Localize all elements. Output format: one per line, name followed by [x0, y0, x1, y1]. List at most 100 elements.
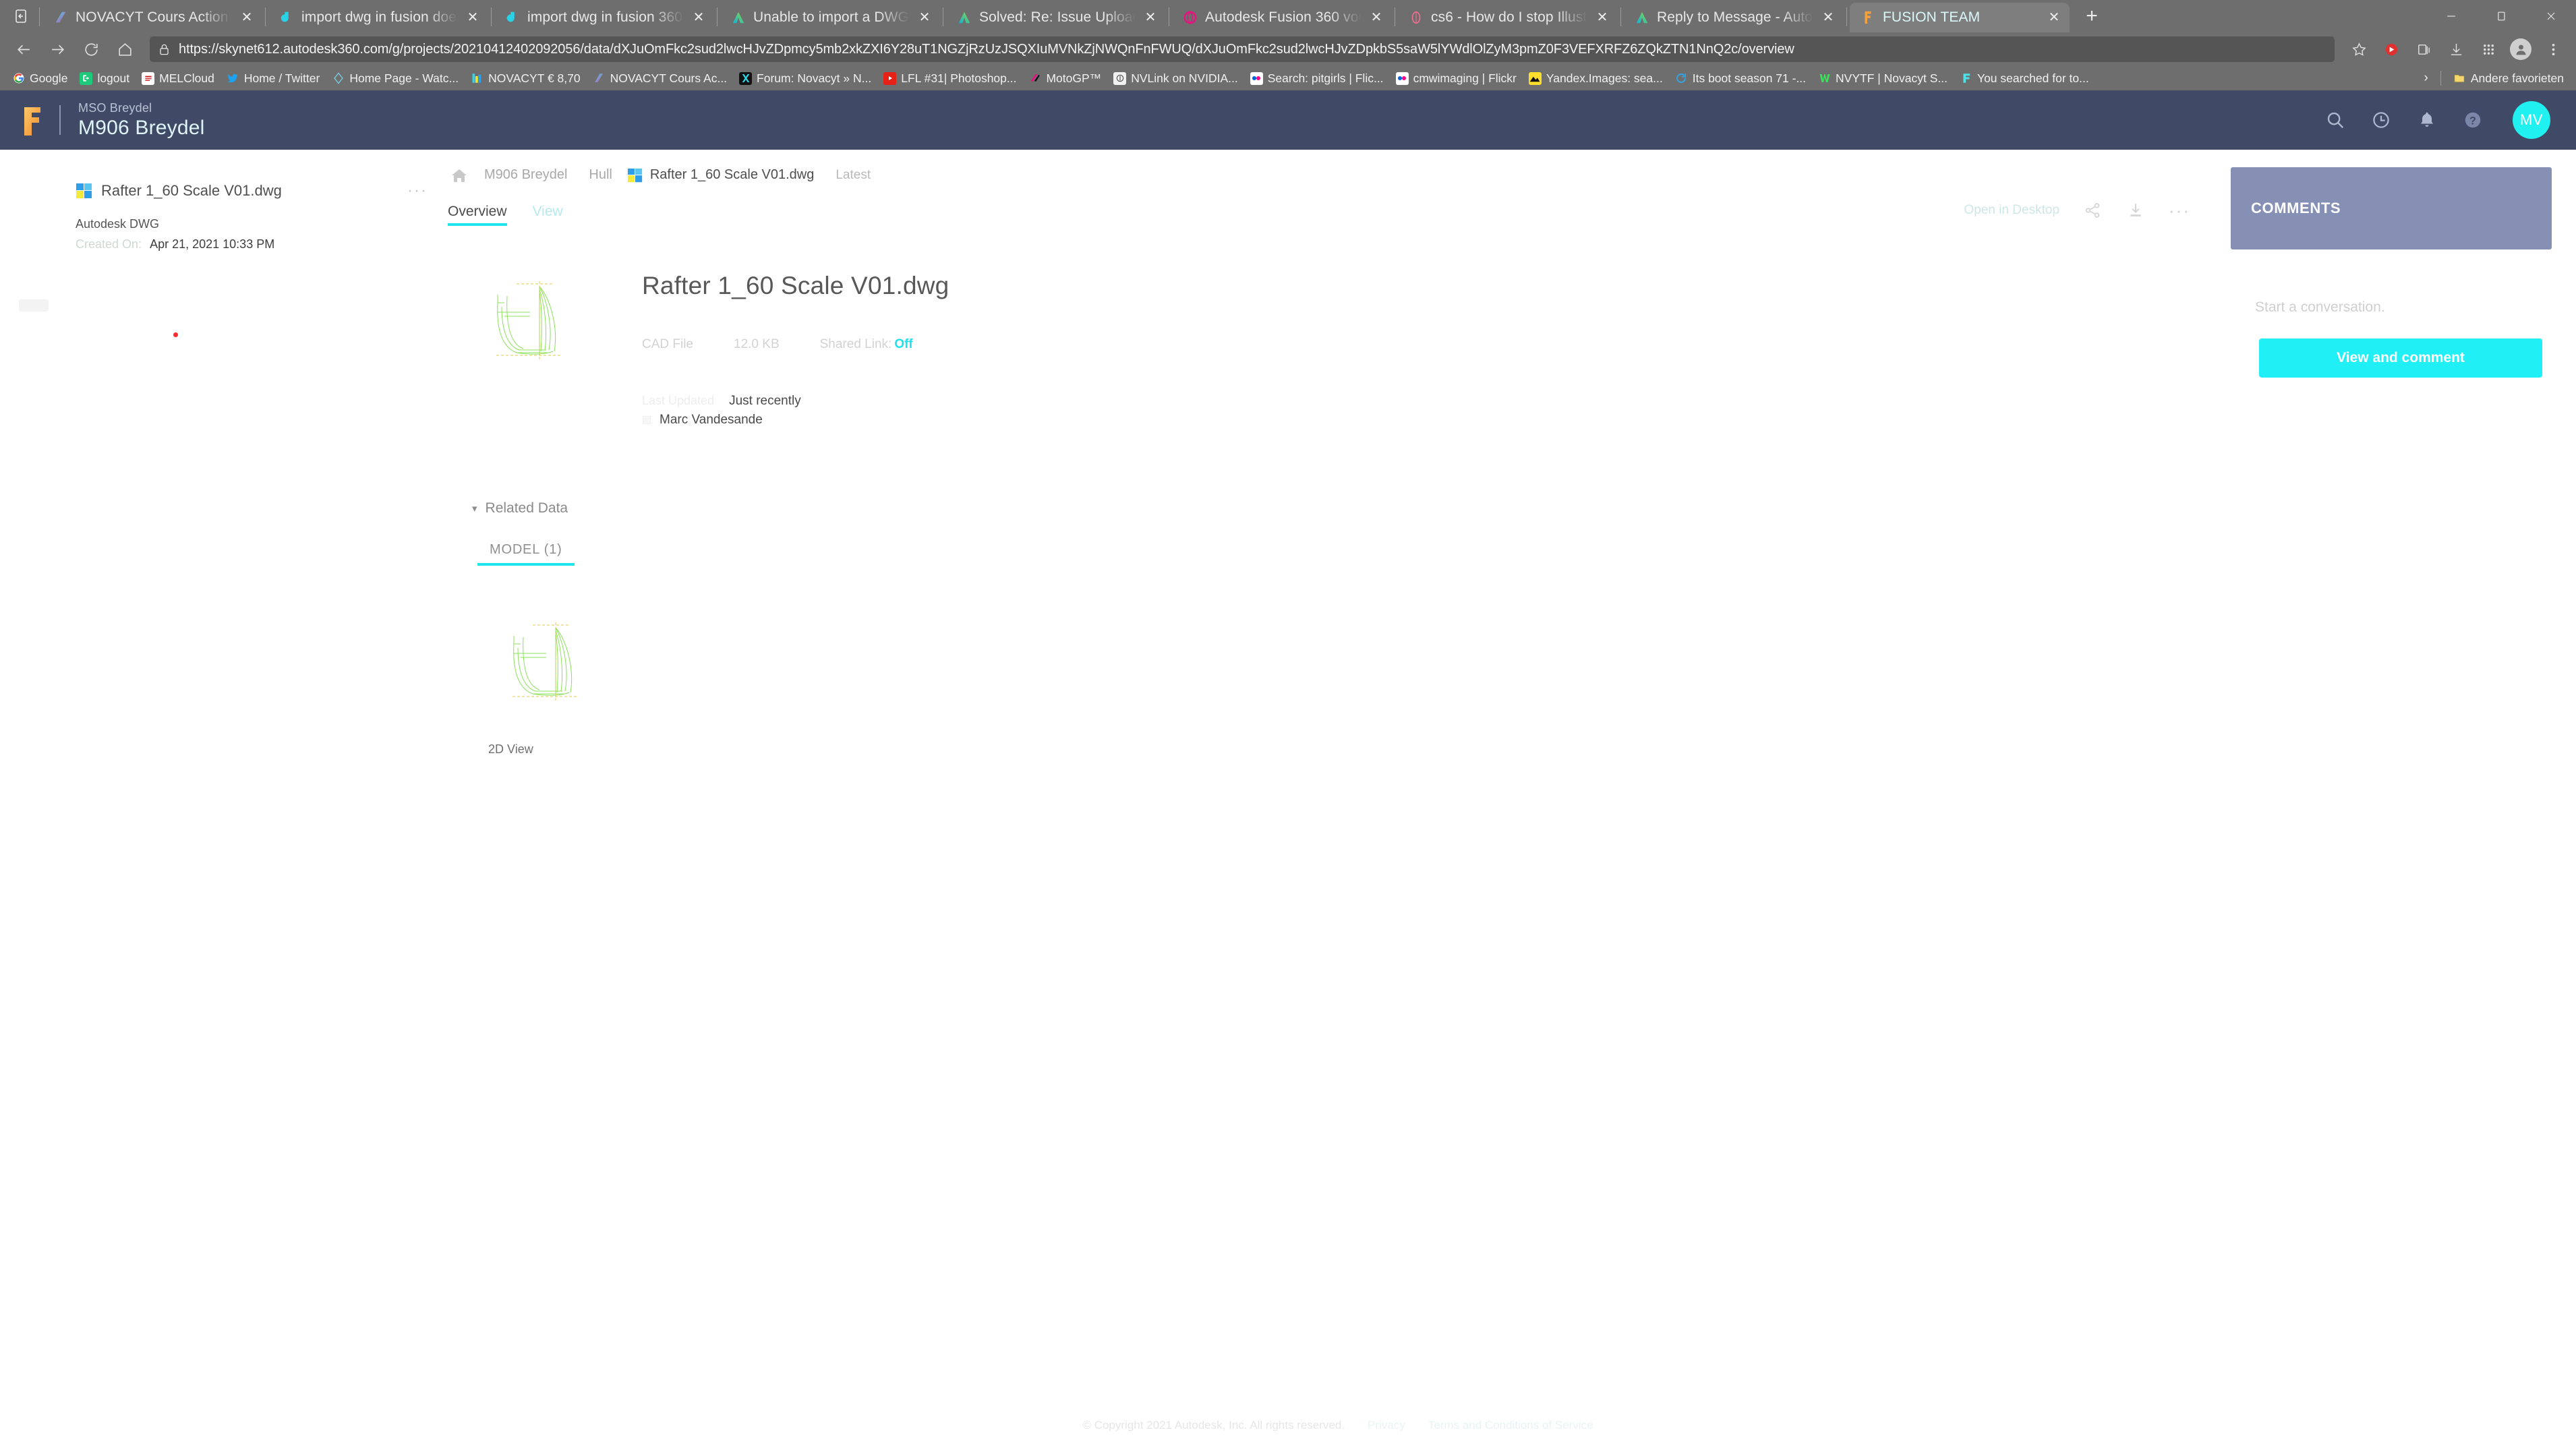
chevron-down-icon[interactable]: ▾: [472, 504, 477, 514]
user-avatar[interactable]: MV: [2513, 101, 2550, 139]
restore-icon[interactable]: [2476, 3, 2526, 30]
browser-menu-icon[interactable]: [2538, 34, 2568, 64]
related-data-header[interactable]: ▾ Related Data: [472, 500, 2231, 516]
w-green-icon: [1818, 72, 1831, 85]
other-favorites-folder[interactable]: Andere favorieten: [2448, 69, 2569, 88]
close-icon[interactable]: [2526, 3, 2576, 30]
reload-button[interactable]: [76, 34, 107, 65]
bookmark-item[interactable]: LFL #31| Photoshop...: [878, 69, 1022, 88]
close-icon[interactable]: ✕: [916, 9, 933, 26]
tab-overview[interactable]: Overview: [448, 204, 507, 226]
new-tab-button[interactable]: +: [2076, 3, 2107, 30]
shared-link-value: Off: [894, 337, 913, 351]
bookmark-item[interactable]: NVLink on NVIDIA...: [1108, 69, 1243, 88]
share-icon[interactable]: [2082, 200, 2103, 220]
version-label[interactable]: Latest: [825, 168, 881, 183]
home-button[interactable]: [109, 34, 140, 65]
close-icon[interactable]: ✕: [464, 9, 481, 26]
minimize-icon[interactable]: [2426, 3, 2476, 30]
url-text: https://skynet612.autodesk360.com/g/proj…: [179, 41, 1794, 57]
bookmark-item[interactable]: NVYTF | Novacyt S...: [1813, 69, 1953, 88]
more-horizontal-icon[interactable]: ···: [2169, 202, 2190, 219]
breadcrumb-item-project[interactable]: M906 Breydel: [473, 167, 578, 183]
breadcrumb-item-folder[interactable]: Hull: [578, 167, 622, 183]
bookmark-item[interactable]: Its boot season 71 -...: [1670, 69, 1811, 88]
page-title: Rafter 1_60 Scale V01.dwg: [642, 272, 949, 299]
chevron-right-icon[interactable]: ›: [2419, 71, 2434, 86]
close-icon[interactable]: ✕: [1819, 9, 1837, 26]
notifications-bell-icon[interactable]: [2416, 109, 2438, 131]
bookmark-label: Home Page - Watc...: [349, 71, 459, 85]
bookmark-item[interactable]: You searched for to...: [1954, 69, 2095, 88]
more-horizontal-icon[interactable]: ···: [407, 183, 428, 199]
profile-avatar[interactable]: [2506, 34, 2536, 64]
fusion-team-icon: [1859, 9, 1877, 26]
file-size: 12.0 KB: [734, 337, 780, 351]
bookmark-item[interactable]: Yandex.Images: sea...: [1523, 69, 1668, 88]
bookmark-item[interactable]: Google: [7, 69, 73, 88]
apps-grid-icon[interactable]: [2473, 34, 2503, 64]
tab-view[interactable]: View: [533, 204, 563, 226]
author-row: ▤ Marc Vandesande: [642, 413, 949, 427]
bookmark-item[interactable]: Forum: Novacyt » N...: [734, 69, 877, 88]
x-black-icon: [739, 71, 753, 85]
fusion-team-logo-icon[interactable]: [15, 105, 50, 136]
bookmark-item[interactable]: MotoGP™: [1023, 69, 1107, 88]
open-in-desktop-button[interactable]: Open in Desktop: [1964, 203, 2059, 218]
close-icon[interactable]: ✕: [1368, 9, 1385, 26]
browser-tab[interactable]: NOVACYT Cours Action ALNOV, ✕: [42, 3, 262, 32]
file-kind: CAD File: [642, 337, 694, 351]
browser-tab[interactable]: cs6 - How do I stop Illustrator fro ✕: [1398, 3, 1618, 32]
extension-red-icon[interactable]: [2376, 34, 2406, 64]
privacy-link[interactable]: Privacy: [1368, 1419, 1405, 1432]
url-bar[interactable]: https://skynet612.autodesk360.com/g/proj…: [150, 36, 2335, 62]
related-data-item[interactable]: 2D View: [472, 608, 641, 757]
close-icon[interactable]: ✕: [690, 9, 707, 26]
browser-tab[interactable]: Unable to import a DWG file from ✕: [720, 3, 940, 32]
magenta-c-icon: [1181, 9, 1199, 26]
tab-divider: [39, 7, 40, 26]
bookmark-item[interactable]: cmwimaging | Flickr: [1391, 69, 1522, 88]
fusion-team-page: MSO Breydel M906 Breydel ? MV Rafter 1_6…: [0, 90, 2576, 1447]
close-icon[interactable]: ✕: [238, 9, 256, 26]
help-icon[interactable]: ?: [2461, 109, 2484, 131]
bookmark-item[interactable]: MELCloud: [136, 69, 220, 88]
downloads-icon[interactable]: [2441, 34, 2471, 64]
close-icon[interactable]: ✕: [1593, 9, 1611, 26]
bookmark-item[interactable]: NOVACYT Cours Ac...: [587, 69, 732, 88]
tab-search-menu-button[interactable]: [5, 3, 36, 30]
back-button[interactable]: [8, 34, 39, 65]
home-icon[interactable]: [445, 168, 473, 183]
recent-clock-icon[interactable]: [2370, 109, 2393, 131]
browser-tab[interactable]: import dwg in fusion 360 version ✕: [494, 3, 714, 32]
bookmark-star-icon[interactable]: [2344, 34, 2374, 64]
terms-link[interactable]: Terms and Conditions of Service: [1428, 1419, 1593, 1432]
browser-tab[interactable]: Reply to Message - Autodesk Co ✕: [1624, 3, 1844, 32]
browser-tab[interactable]: import dwg in fusion does not sh ✕: [268, 3, 488, 32]
collections-icon[interactable]: [2409, 34, 2438, 64]
bookmark-item[interactable]: Home Page - Watc...: [326, 69, 464, 88]
browser-tab[interactable]: Solved: Re: Issue Uploading DWG ✕: [946, 3, 1166, 32]
hub-name: MSO Breydel: [78, 100, 152, 115]
bookmark-item[interactable]: logout: [74, 69, 135, 88]
bookmark-item[interactable]: Home / Twitter: [221, 69, 326, 88]
motogp-icon: [1028, 72, 1041, 85]
comments-panel: COMMENTS Start a conversation. View and …: [2231, 150, 2576, 1447]
bookmark-label: Its boot season 71 -...: [1692, 71, 1807, 85]
close-icon[interactable]: ✕: [2045, 9, 2063, 26]
file-facts: CAD File 12.0 KB Shared Link: Off: [642, 337, 949, 352]
bookmark-item[interactable]: Search: pitgirls | Flic...: [1245, 69, 1389, 88]
close-icon[interactable]: ✕: [1142, 9, 1159, 26]
browser-tab[interactable]: Autodesk Fusion 360 voordelig e ✕: [1172, 3, 1392, 32]
bookmark-item[interactable]: NOVACYT € 8,70: [465, 69, 586, 88]
tab-model[interactable]: MODEL (1): [477, 542, 575, 566]
shared-link-status[interactable]: Shared Link: Off: [820, 337, 913, 352]
download-icon[interactable]: [2126, 200, 2146, 220]
tab-divider: [717, 7, 718, 26]
details-left-panel: Rafter 1_60 Scale V01.dwg ··· Autodesk D…: [0, 150, 445, 1447]
breadcrumb-current-label: Rafter 1_60 Scale V01.dwg: [649, 167, 815, 182]
view-and-comment-button[interactable]: View and comment: [2259, 338, 2542, 378]
search-icon[interactable]: [2324, 109, 2347, 131]
forward-button[interactable]: [42, 34, 73, 65]
browser-tab-active[interactable]: FUSION TEAM ✕: [1850, 3, 2070, 32]
